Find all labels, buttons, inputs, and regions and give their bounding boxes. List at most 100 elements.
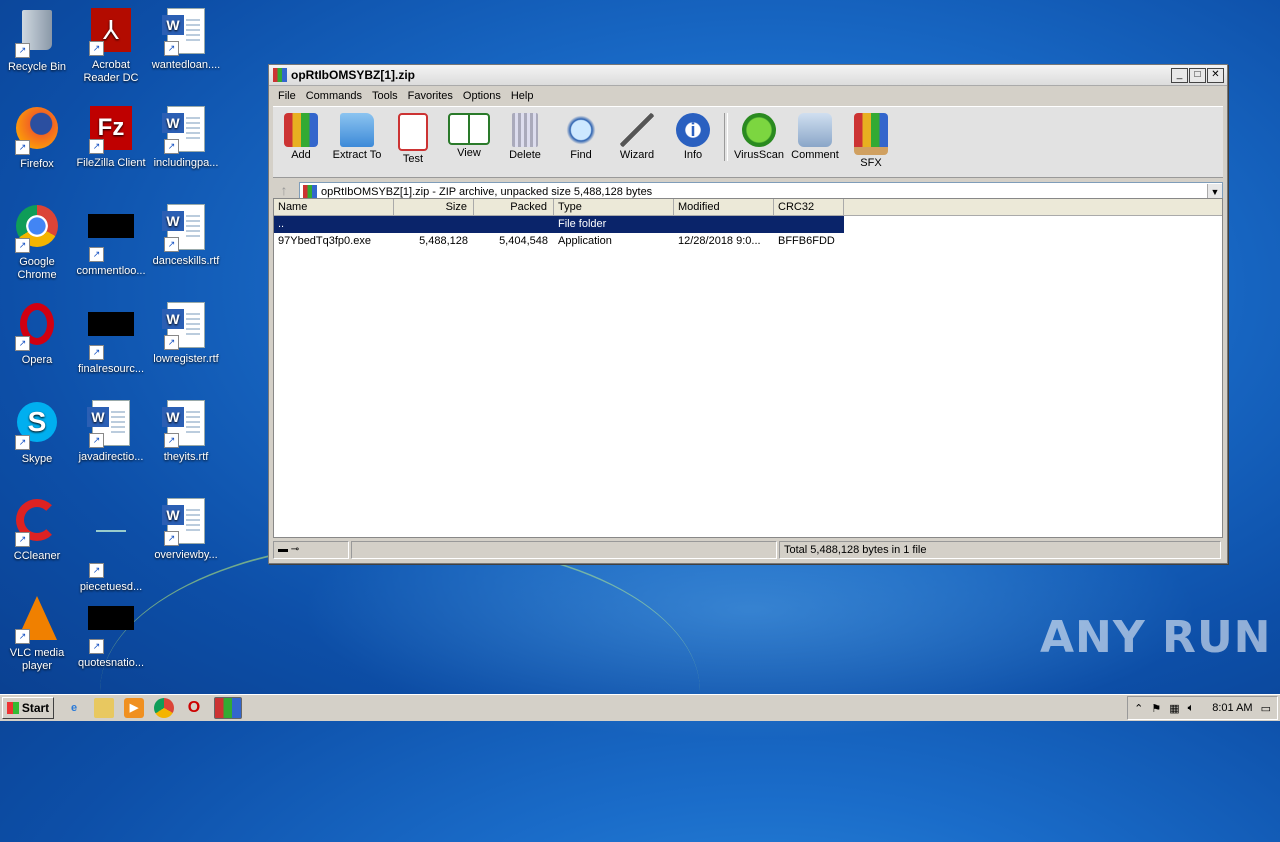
desktop-icon[interactable]: S ↗ Skype [0, 398, 74, 466]
menu-file[interactable]: File [273, 90, 301, 102]
desktop-icon[interactable]: ↗ CCleaner [0, 496, 74, 563]
title-bar[interactable]: opRtIbOMSYBZ[1].zip _ □ ✕ [269, 65, 1227, 86]
blank-file-icon: ↗ [87, 530, 135, 578]
trash-icon [512, 113, 538, 147]
opera-icon: ↗ [13, 303, 61, 351]
vlc-icon: ↗ [13, 596, 61, 644]
start-button[interactable]: Start [2, 697, 54, 719]
menu-options[interactable]: Options [458, 90, 506, 102]
explorer-taskbar-icon[interactable] [94, 698, 114, 718]
add-icon [284, 113, 318, 147]
desktop-icon[interactable]: ↗ Recycle Bin [0, 6, 74, 74]
add-button[interactable]: Add [273, 113, 329, 161]
close-button[interactable]: ✕ [1207, 67, 1224, 83]
desktop-icon-label: wantedloan.... [151, 59, 221, 71]
desktop-icon[interactable]: ↗ Firefox [0, 104, 74, 171]
table-row[interactable]: .. File folder [274, 216, 844, 233]
delete-button[interactable]: Delete [497, 113, 553, 161]
status-total: Total 5,488,128 bytes in 1 file [779, 541, 1221, 559]
column-crc32[interactable]: CRC32 [774, 199, 844, 215]
desktop-icon[interactable]: W ↗ lowregister.rtf [149, 300, 223, 366]
desktop-icon[interactable]: ↗ quotesnatio... [74, 594, 148, 670]
row-name: .. [278, 218, 285, 230]
list-header: Name Size Packed Type Modified CRC32 [274, 199, 1222, 216]
maximize-button[interactable]: □ [1189, 67, 1206, 83]
clock[interactable]: 8:01 AM [1212, 702, 1252, 714]
volume-icon[interactable]: 🔈︎ [1188, 702, 1195, 715]
winrar-taskbar-icon[interactable] [214, 697, 242, 719]
desktop-icon[interactable]: ↗ Google Chrome [0, 202, 74, 282]
menu-commands[interactable]: Commands [301, 90, 367, 102]
minimize-button[interactable]: _ [1171, 67, 1188, 83]
flag-icon[interactable]: ⚑ [1151, 702, 1161, 715]
desktop-icon-label: javadirectio... [78, 451, 144, 463]
shortcut-arrow-icon: ↗ [15, 43, 30, 58]
show-hidden-icons-icon[interactable]: ⌃ [1134, 702, 1143, 715]
desktop-icon-label: finalresourc... [77, 363, 145, 375]
desktop-icon-label: danceskills.rtf [152, 255, 220, 267]
desktop-icon[interactable]: W ↗ theyits.rtf [149, 398, 223, 464]
menu-favorites[interactable]: Favorites [403, 90, 458, 102]
desktop-icon[interactable]: ↗ finalresourc... [74, 300, 148, 376]
zip-icon [303, 185, 317, 199]
desktop-icon[interactable]: ↗ VLC media player [0, 594, 74, 673]
menu-tools[interactable]: Tools [367, 90, 403, 102]
desktop-icon[interactable]: ⅄ ↗ Acrobat Reader DC [74, 6, 148, 85]
sfx-button[interactable]: SFX [843, 113, 899, 169]
chrome-taskbar-icon[interactable] [154, 698, 174, 718]
row-crc [774, 216, 844, 233]
column-packed[interactable]: Packed [474, 199, 554, 215]
desktop-icon[interactable]: W ↗ javadirectio... [74, 398, 148, 464]
shortcut-arrow-icon: ↗ [164, 433, 179, 448]
shortcut-arrow-icon: ↗ [89, 41, 104, 56]
toolbar: Add Extract To Test View Delete Find Wiz… [273, 106, 1223, 178]
status-selection [351, 541, 777, 559]
shortcut-arrow-icon: ↗ [164, 41, 179, 56]
winrar-app-icon [273, 68, 287, 82]
row-type: Application [558, 235, 612, 247]
winrar-window: opRtIbOMSYBZ[1].zip _ □ ✕ File Commands … [268, 64, 1228, 564]
test-button[interactable]: Test [385, 113, 441, 165]
view-button[interactable]: View [441, 113, 497, 159]
desktop-icon-label: Opera [21, 354, 53, 366]
row-modified [674, 216, 774, 233]
column-modified[interactable]: Modified [674, 199, 774, 215]
ie-taskbar-icon[interactable]: e [64, 698, 84, 718]
menu-help[interactable]: Help [506, 90, 539, 102]
desktop-icon[interactable]: W ↗ danceskills.rtf [149, 202, 223, 268]
find-button[interactable]: Find [553, 113, 609, 161]
comment-button[interactable]: Comment [787, 113, 843, 161]
desktop-icon-label: Recycle Bin [7, 61, 67, 73]
extract-to-button[interactable]: Extract To [329, 113, 385, 161]
show-desktop-icon[interactable]: ▭ [1261, 702, 1271, 715]
desktop-icon-label: theyits.rtf [163, 451, 209, 463]
info-button[interactable]: i Info [665, 113, 721, 161]
folder-icon [340, 113, 374, 147]
drive-key-icon[interactable]: ▬ ⊸ [273, 541, 349, 559]
shortcut-arrow-icon: ↗ [89, 433, 104, 448]
wizard-button[interactable]: Wizard [609, 113, 665, 161]
table-row[interactable]: 97YbedTq3fp0.exe 5,488,128 5,404,548 App… [274, 233, 1222, 250]
desktop-icon-label: piecetuesd... [79, 581, 143, 593]
shortcut-arrow-icon: ↗ [164, 139, 179, 154]
desktop-icon[interactable]: W ↗ overviewby... [149, 496, 223, 562]
opera-taskbar-icon[interactable]: O [184, 698, 204, 718]
desktop-icon[interactable]: W ↗ includingpa... [149, 104, 223, 170]
word-doc-icon: W ↗ [162, 498, 210, 546]
shortcut-arrow-icon: ↗ [15, 532, 30, 547]
virusscan-button[interactable]: VirusScan [731, 113, 787, 161]
desktop-icon[interactable]: Fz ↗ FileZilla Client [74, 104, 148, 170]
column-type[interactable]: Type [554, 199, 674, 215]
desktop-icon[interactable]: ↗ Opera [0, 300, 74, 367]
desktop-icon[interactable]: ↗ commentloo... [74, 202, 148, 278]
row-crc: BFFB6FDD [778, 235, 835, 247]
desktop-icon-label: lowregister.rtf [153, 353, 219, 365]
desktop-icon[interactable]: W ↗ wantedloan.... [149, 6, 223, 72]
network-icon[interactable]: ▦ [1169, 702, 1179, 715]
media-player-taskbar-icon[interactable]: ▶ [124, 698, 144, 718]
desktop-icon[interactable]: ↗ piecetuesd... [74, 496, 148, 594]
desktop-icon-label: FileZilla Client [76, 157, 146, 169]
column-name[interactable]: Name [274, 199, 394, 215]
column-size[interactable]: Size [394, 199, 474, 215]
toolbar-separator [724, 113, 728, 161]
